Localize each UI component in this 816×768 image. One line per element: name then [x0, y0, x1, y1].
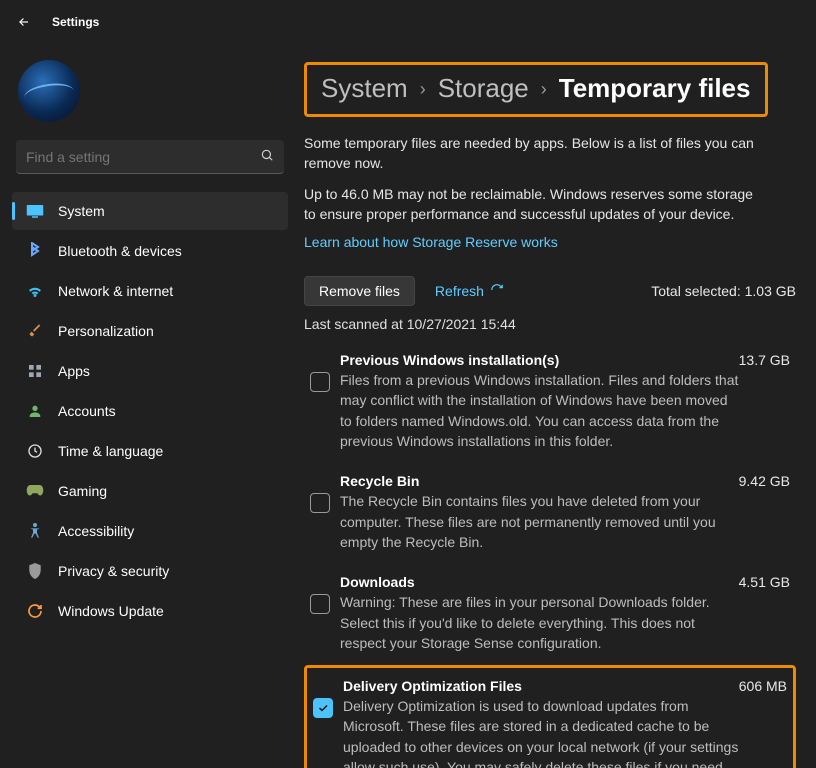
paintbrush-icon [26, 322, 44, 340]
sidebar-item-network[interactable]: Network & internet [12, 272, 288, 310]
remove-files-button[interactable]: Remove files [304, 276, 415, 306]
sidebar-item-label: System [58, 203, 105, 219]
sidebar-item-label: Accounts [58, 403, 116, 419]
sidebar: System Bluetooth & devices Network & int… [0, 44, 300, 768]
chevron-right-icon: › [420, 79, 426, 100]
total-selected: Total selected: 1.03 GB [651, 283, 796, 299]
sidebar-item-privacy[interactable]: Privacy & security [12, 552, 288, 590]
file-description: The Recycle Bin contains files you have … [340, 491, 740, 552]
shield-icon [26, 562, 44, 580]
sidebar-item-time-language[interactable]: Time & language [12, 432, 288, 470]
file-description: Delivery Optimization is used to downloa… [343, 696, 743, 768]
file-title: Recycle Bin [340, 473, 419, 489]
refresh-label: Refresh [435, 283, 484, 299]
back-button[interactable] [16, 14, 32, 30]
app-title: Settings [52, 15, 99, 29]
nav: System Bluetooth & devices Network & int… [12, 192, 288, 630]
file-description: Files from a previous Windows installati… [340, 370, 740, 451]
file-title: Downloads [340, 574, 415, 590]
intro-text-2: Up to 46.0 MB may not be reclaimable. Wi… [304, 184, 764, 225]
file-item-downloads: Downloads 4.51 GB Warning: These are fil… [304, 564, 796, 663]
breadcrumb: System › Storage › Temporary files [304, 62, 768, 117]
person-icon [26, 402, 44, 420]
sidebar-item-bluetooth[interactable]: Bluetooth & devices [12, 232, 288, 270]
search-input[interactable] [26, 149, 260, 165]
total-selected-value: 1.03 GB [745, 283, 796, 299]
accessibility-icon [26, 522, 44, 540]
avatar[interactable] [18, 60, 80, 122]
sidebar-item-label: Personalization [58, 323, 154, 339]
chevron-right-icon: › [541, 79, 547, 100]
breadcrumb-current: Temporary files [559, 73, 751, 104]
sidebar-item-windows-update[interactable]: Windows Update [12, 592, 288, 630]
file-size: 606 MB [739, 678, 787, 694]
file-item-delivery-optimization: Delivery Optimization Files 606 MB Deliv… [304, 665, 796, 768]
gaming-icon [26, 482, 44, 500]
file-size: 13.7 GB [739, 352, 790, 368]
file-item-recycle-bin: Recycle Bin 9.42 GB The Recycle Bin cont… [304, 463, 796, 562]
search-box[interactable] [16, 140, 284, 174]
sidebar-item-label: Network & internet [58, 283, 173, 299]
sidebar-item-personalization[interactable]: Personalization [12, 312, 288, 350]
sidebar-item-label: Accessibility [58, 523, 134, 539]
file-description: Warning: These are files in your persona… [340, 592, 740, 653]
checkbox[interactable] [313, 698, 333, 718]
last-scanned: Last scanned at 10/27/2021 15:44 [304, 316, 796, 332]
file-title: Delivery Optimization Files [343, 678, 522, 694]
search-icon [260, 148, 274, 165]
storage-reserve-link[interactable]: Learn about how Storage Reserve works [304, 234, 558, 250]
checkbox[interactable] [310, 372, 330, 392]
checkbox[interactable] [310, 493, 330, 513]
sidebar-item-system[interactable]: System [12, 192, 288, 230]
sidebar-item-label: Apps [58, 363, 90, 379]
bluetooth-icon [26, 242, 44, 260]
sidebar-item-label: Windows Update [58, 603, 164, 619]
display-icon [26, 202, 44, 220]
sidebar-item-label: Gaming [58, 483, 107, 499]
clock-icon [26, 442, 44, 460]
main-content: System › Storage › Temporary files Some … [300, 44, 816, 768]
breadcrumb-storage[interactable]: Storage [438, 73, 529, 104]
sidebar-item-apps[interactable]: Apps [12, 352, 288, 390]
checkbox[interactable] [310, 594, 330, 614]
sidebar-item-label: Privacy & security [58, 563, 169, 579]
sidebar-item-label: Bluetooth & devices [58, 243, 182, 259]
wifi-icon [26, 282, 44, 300]
sidebar-item-accounts[interactable]: Accounts [12, 392, 288, 430]
refresh-button[interactable]: Refresh [435, 283, 504, 300]
breadcrumb-system[interactable]: System [321, 73, 408, 104]
file-title: Previous Windows installation(s) [340, 352, 559, 368]
file-size: 4.51 GB [739, 574, 790, 590]
apps-icon [26, 362, 44, 380]
file-size: 9.42 GB [739, 473, 790, 489]
update-icon [26, 602, 44, 620]
sidebar-item-label: Time & language [58, 443, 163, 459]
file-item-previous-windows: Previous Windows installation(s) 13.7 GB… [304, 342, 796, 461]
refresh-icon [490, 283, 504, 300]
action-row: Remove files Refresh Total selected: 1.0… [304, 276, 796, 306]
intro-text-1: Some temporary files are needed by apps.… [304, 133, 764, 174]
file-list: Previous Windows installation(s) 13.7 GB… [304, 342, 796, 768]
total-selected-label: Total selected: [651, 283, 741, 299]
title-bar: Settings [0, 0, 816, 44]
sidebar-item-gaming[interactable]: Gaming [12, 472, 288, 510]
sidebar-item-accessibility[interactable]: Accessibility [12, 512, 288, 550]
